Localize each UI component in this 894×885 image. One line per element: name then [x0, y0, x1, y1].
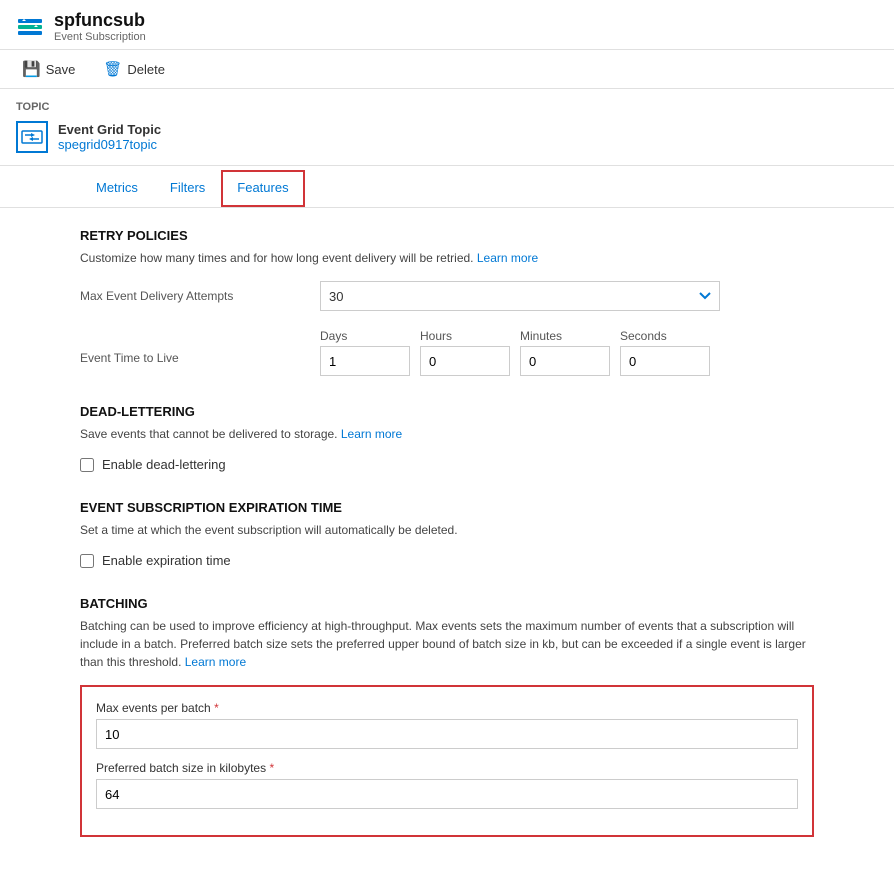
max-events-input[interactable]: [96, 719, 798, 749]
ttl-days-label: Days: [320, 329, 410, 343]
ttl-minutes: Minutes: [520, 329, 610, 376]
event-ttl-row: Event Time to Live Days Hours Minutes Se…: [80, 323, 814, 376]
tab-filters[interactable]: Filters: [154, 170, 221, 207]
batching-bordered-box: Max events per batch * Preferred batch s…: [80, 685, 814, 837]
max-events-label: Max events per batch *: [96, 701, 798, 715]
max-events-required: *: [214, 701, 219, 715]
ttl-minutes-input[interactable]: [520, 346, 610, 376]
title-block: spfuncsub Event Subscription: [54, 10, 146, 43]
batching-learn-more-link[interactable]: Learn more: [185, 655, 246, 669]
topic-icon: [16, 121, 48, 153]
app-icon: [16, 11, 44, 42]
max-delivery-select-wrapper: 30: [320, 281, 720, 311]
topic-section: TOPIC Event Grid Topic spegrid0917topic: [0, 89, 894, 166]
expiration-checkbox[interactable]: [80, 554, 94, 568]
batch-size-input[interactable]: [96, 779, 798, 809]
content: RETRY POLICIES Customize how many times …: [0, 208, 894, 885]
dead-lettering-desc: Save events that cannot be delivered to …: [80, 425, 814, 443]
max-events-field: Max events per batch *: [96, 701, 798, 749]
dead-lettering-section: DEAD-LETTERING Save events that cannot b…: [80, 404, 814, 472]
ttl-seconds-input[interactable]: [620, 346, 710, 376]
page-title: spfuncsub: [54, 10, 146, 31]
retry-policies-desc: Customize how many times and for how lon…: [80, 249, 814, 267]
save-icon: 💾: [22, 60, 41, 78]
ttl-days-input[interactable]: [320, 346, 410, 376]
delete-button[interactable]: 🗑 Delete: [97, 56, 171, 82]
max-delivery-row: Max Event Delivery Attempts 30: [80, 281, 814, 311]
ttl-minutes-label: Minutes: [520, 329, 610, 343]
max-delivery-label: Max Event Delivery Attempts: [80, 289, 300, 303]
page-subtitle: Event Subscription: [54, 31, 146, 43]
ttl-hours: Hours: [420, 329, 510, 376]
dead-lettering-checkbox-label: Enable dead-lettering: [102, 457, 226, 472]
tab-features[interactable]: Features: [221, 170, 304, 207]
dead-lettering-checkbox[interactable]: [80, 458, 94, 472]
topic-link[interactable]: spegrid0917topic: [58, 137, 157, 152]
event-ttl-label: Event Time to Live: [80, 323, 300, 365]
dead-lettering-title: DEAD-LETTERING: [80, 404, 814, 419]
expiration-section: EVENT SUBSCRIPTION EXPIRATION TIME Set a…: [80, 500, 814, 568]
ttl-seconds: Seconds: [620, 329, 710, 376]
top-bar: spfuncsub Event Subscription: [0, 0, 894, 50]
batch-size-label: Preferred batch size in kilobytes *: [96, 761, 798, 775]
tabs: Metrics Filters Features: [0, 170, 894, 208]
save-button[interactable]: 💾 Save: [16, 56, 81, 82]
ttl-hours-input[interactable]: [420, 346, 510, 376]
dead-lettering-checkbox-row: Enable dead-lettering: [80, 457, 814, 472]
dead-lettering-learn-more-link[interactable]: Learn more: [341, 427, 402, 441]
expiration-checkbox-row: Enable expiration time: [80, 553, 814, 568]
tab-metrics[interactable]: Metrics: [80, 170, 154, 207]
batch-size-field: Preferred batch size in kilobytes *: [96, 761, 798, 809]
ttl-hours-label: Hours: [420, 329, 510, 343]
batch-size-required: *: [269, 761, 274, 775]
batching-section: BATCHING Batching can be used to improve…: [80, 596, 814, 837]
expiration-desc: Set a time at which the event subscripti…: [80, 521, 814, 539]
expiration-title: EVENT SUBSCRIPTION EXPIRATION TIME: [80, 500, 814, 515]
topic-label: TOPIC: [16, 101, 878, 113]
retry-policies-title: RETRY POLICIES: [80, 228, 814, 243]
expiration-checkbox-label: Enable expiration time: [102, 553, 231, 568]
max-delivery-select[interactable]: 30: [320, 281, 720, 311]
ttl-inputs: Days Hours Minutes Seconds: [320, 329, 710, 376]
topic-type: Event Grid Topic: [58, 122, 161, 137]
retry-learn-more-link[interactable]: Learn more: [477, 251, 538, 265]
batching-desc: Batching can be used to improve efficien…: [80, 617, 814, 671]
batching-title: BATCHING: [80, 596, 814, 611]
ttl-days: Days: [320, 329, 410, 376]
ttl-seconds-label: Seconds: [620, 329, 710, 343]
retry-policies-section: RETRY POLICIES Customize how many times …: [80, 228, 814, 376]
topic-row: Event Grid Topic spegrid0917topic: [16, 121, 878, 153]
toolbar: 💾 Save 🗑 Delete: [0, 50, 894, 89]
delete-icon: 🗑: [103, 60, 122, 78]
topic-info: Event Grid Topic spegrid0917topic: [58, 122, 161, 152]
